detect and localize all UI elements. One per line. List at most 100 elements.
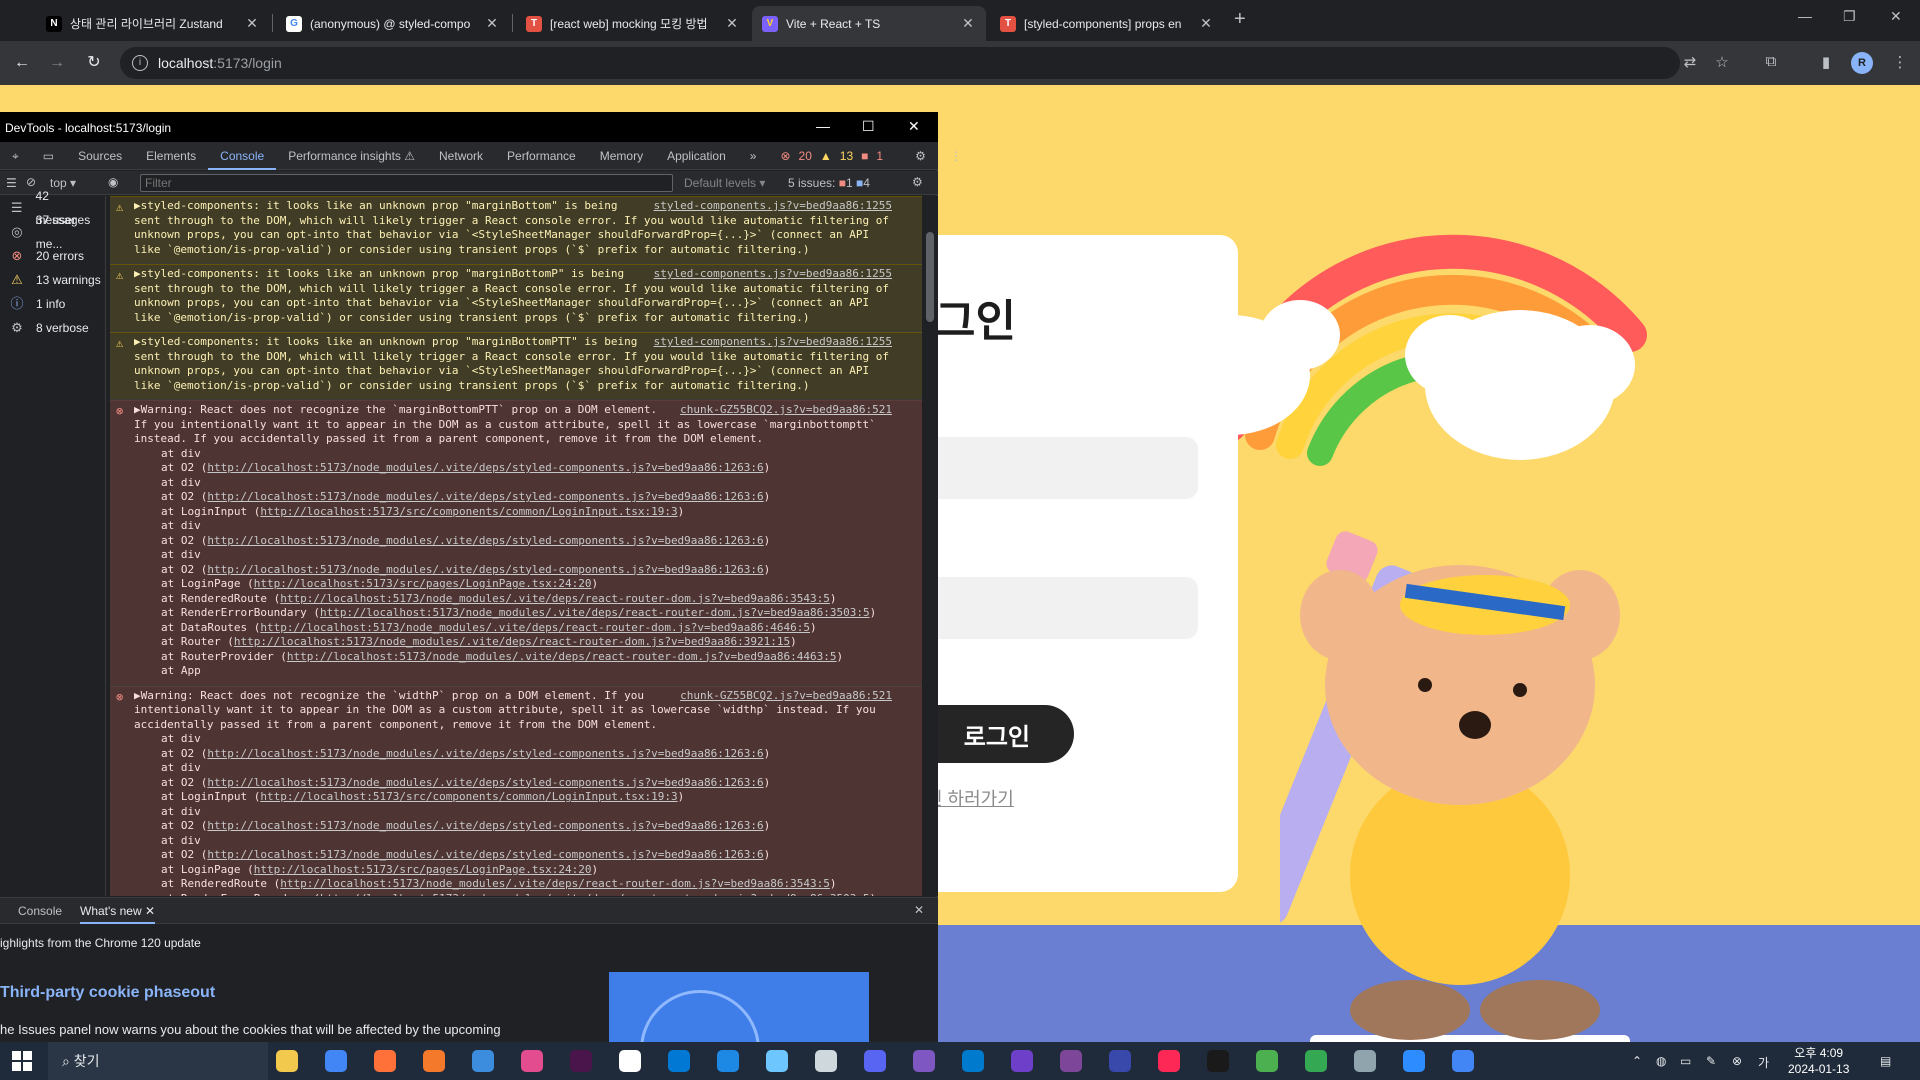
taskbar-app-slack-icon[interactable] <box>570 1050 592 1072</box>
close-tab-icon[interactable]: ✕ <box>484 15 500 32</box>
taskbar-app-vpn-icon[interactable] <box>766 1050 788 1072</box>
stack-frame-link[interactable]: http://localhost:5173/node_modules/.vite… <box>260 621 810 634</box>
message-source-link[interactable]: chunk-GZ55BCQ2.js?v=bed9aa86:521 <box>680 689 892 704</box>
address-bar[interactable]: i localhost:5173/login <box>120 47 1680 79</box>
browser-tab[interactable]: T [react web] mocking 모킹 방법 ✕ <box>516 6 750 41</box>
close-tab-icon[interactable]: ✕ <box>1198 15 1214 32</box>
close-window-icon[interactable]: ✕ <box>1890 8 1902 25</box>
tab-network[interactable]: Network <box>427 142 495 170</box>
taskbar-app-headset-icon[interactable] <box>1109 1050 1131 1072</box>
devtools-maximize-icon[interactable]: ☐ <box>862 118 875 135</box>
message-source-link[interactable]: styled-components.js?v=bed9aa86:1255 <box>654 199 892 214</box>
log-levels-dropdown[interactable]: Default levels ▾ <box>684 176 765 190</box>
back-arrow-icon[interactable]: ← <box>10 51 34 75</box>
taskbar-app-vscode-blue-icon[interactable] <box>668 1050 690 1072</box>
profile-avatar[interactable]: R <box>1851 52 1873 74</box>
taskbar-app-tor-icon[interactable] <box>1060 1050 1082 1072</box>
stack-frame-link[interactable]: http://localhost:5173/node_modules/.vite… <box>207 848 763 861</box>
translate-icon[interactable]: ⇄ <box>1680 53 1700 71</box>
drawer-tab-whats-new[interactable]: What's new ✕ <box>80 898 156 924</box>
taskbar-app-jetbrains-icon[interactable] <box>1158 1050 1180 1072</box>
message-source-link[interactable]: chunk-GZ55BCQ2.js?v=bed9aa86:521 <box>680 403 892 418</box>
taskbar-app-zoom-icon[interactable] <box>1403 1050 1425 1072</box>
tab-performance-insights[interactable]: Performance insights ⚠ <box>276 142 427 170</box>
forward-arrow-icon[interactable]: → <box>45 51 69 75</box>
close-tab-icon[interactable]: ✕ <box>724 15 740 32</box>
drawer-tab-console[interactable]: Console <box>18 898 62 924</box>
browser-tab[interactable]: N 상태 관리 라이브러리 Zustand ✕ <box>36 6 270 41</box>
browser-tab[interactable]: T [styled-components] props en ✕ <box>990 6 1224 41</box>
taskbar-app-chrome-dev-icon[interactable] <box>1305 1050 1327 1072</box>
tray-ime-icon[interactable]: 가 <box>1758 1054 1769 1071</box>
stack-frame-link[interactable]: http://localhost:5173/node_modules/.vite… <box>207 776 763 789</box>
side-panel-icon[interactable]: ▮ <box>1816 53 1836 71</box>
message-source-link[interactable]: styled-components.js?v=bed9aa86:1255 <box>654 267 892 282</box>
tab-performance[interactable]: Performance <box>495 142 588 170</box>
toggle-sidebar-icon[interactable]: ☰ <box>6 176 17 190</box>
tray-network-icon[interactable]: ◍ <box>1656 1054 1666 1068</box>
devtools-menu-icon[interactable]: ⋮ <box>938 142 974 170</box>
stack-frame-link[interactable]: http://localhost:5173/node_modules/.vite… <box>207 534 763 547</box>
console-settings-gear-icon[interactable]: ⚙ <box>912 175 923 189</box>
stack-frame-link[interactable]: http://localhost:5173/node_modules/.vite… <box>280 592 830 605</box>
tray-mute-icon[interactable]: ⊗ <box>1732 1054 1742 1068</box>
minimize-window-icon[interactable]: — <box>1798 8 1812 24</box>
restore-window-icon[interactable]: ❐ <box>1843 8 1856 25</box>
console-scroll-thumb[interactable] <box>926 232 934 322</box>
close-drawer-icon[interactable]: ✕ <box>914 903 924 917</box>
stack-frame-link[interactable]: http://localhost:5173/node_modules/.vite… <box>287 650 837 663</box>
stack-frame-link[interactable]: http://localhost:5173/node_modules/.vite… <box>207 490 763 503</box>
signup-link[interactable]: 인 하러가기 <box>926 785 1014 811</box>
device-toolbar-icon[interactable]: ▭ <box>31 142 66 170</box>
tab-memory[interactable]: Memory <box>588 142 655 170</box>
live-expression-eye-icon[interactable]: ◉ <box>108 175 118 189</box>
console-warning-message[interactable]: ⚠ styled-components.js?v=bed9aa86:1255 ▶st… <box>110 264 922 332</box>
stack-frame-link[interactable]: http://localhost:5173/node_modules/.vite… <box>207 563 763 576</box>
taskbar-app-store-icon[interactable] <box>472 1050 494 1072</box>
devtools-close-icon[interactable]: ✕ <box>908 118 920 135</box>
taskbar-app-github-icon[interactable] <box>1011 1050 1033 1072</box>
browser-tab-active[interactable]: V Vite + React + TS ✕ <box>752 6 986 41</box>
close-tab-icon[interactable]: ✕ <box>244 15 260 32</box>
new-tab-button[interactable]: + <box>1234 8 1246 31</box>
console-counts[interactable]: ⊗ 20 ▲ 13 ■ 1 <box>780 149 883 163</box>
chrome-menu-icon[interactable]: ⋮ <box>1890 53 1910 71</box>
site-info-icon[interactable]: i <box>132 55 148 71</box>
console-filter-input[interactable] <box>140 174 673 192</box>
tab-elements[interactable]: Elements <box>134 142 208 170</box>
taskbar-app-3d-viewer-icon[interactable] <box>815 1050 837 1072</box>
stack-frame-link[interactable]: http://localhost:5173/node_modules/.vite… <box>207 461 763 474</box>
stack-frame-link[interactable]: http://localhost:5173/node_modules/.vite… <box>320 892 870 897</box>
taskbar-app-slack-photos-icon[interactable] <box>521 1050 543 1072</box>
stack-frame-link[interactable]: http://localhost:5173/node_modules/.vite… <box>320 606 870 619</box>
close-tab-icon[interactable]: ✕ <box>960 15 976 32</box>
stack-frame-link[interactable]: http://localhost:5173/src/pages/LoginPag… <box>254 863 592 876</box>
taskbar-search-box[interactable]: ⌕ 찾기 <box>48 1042 268 1080</box>
taskbar-app-git-icon[interactable] <box>1256 1050 1278 1072</box>
issues-summary-button[interactable]: 5 issues: ■1 ■4 <box>788 176 870 190</box>
taskbar-app-notion-icon[interactable] <box>619 1050 641 1072</box>
bookmark-star-icon[interactable]: ☆ <box>1712 53 1732 71</box>
stack-frame-link[interactable]: http://localhost:5173/node_modules/.vite… <box>207 819 763 832</box>
login-password-input[interactable] <box>900 577 1198 639</box>
login-id-input[interactable] <box>900 437 1198 499</box>
stack-frame-link[interactable]: http://localhost:5173/src/components/com… <box>260 790 677 803</box>
taskbar-app-mail-icon[interactable] <box>717 1050 739 1072</box>
taskbar-app-chrome-icon[interactable] <box>1452 1050 1474 1072</box>
taskbar-app-discord-icon[interactable] <box>864 1050 886 1072</box>
taskbar-app-blender-icon[interactable] <box>423 1050 445 1072</box>
windows-start-icon[interactable] <box>12 1051 32 1071</box>
sidebar-item-verbose[interactable]: ⚙ 8 verbose <box>0 316 105 340</box>
stack-frame-link[interactable]: http://localhost:5173/node_modules/.vite… <box>280 877 830 890</box>
close-tab-icon[interactable]: ✕ <box>145 904 155 918</box>
stack-frame-link[interactable]: http://localhost:5173/src/pages/LoginPag… <box>254 577 592 590</box>
taskbar-clock[interactable]: 오후 4:09 2024-01-13 <box>1788 1045 1849 1077</box>
tab-sources[interactable]: Sources <box>66 142 134 170</box>
sidebar-item-user-messages[interactable]: ◎ 37 user me... <box>0 213 105 251</box>
sidebar-item-warnings[interactable]: ⚠ 13 warnings <box>0 268 105 292</box>
taskbar-app-notes-icon[interactable] <box>913 1050 935 1072</box>
sidebar-item-info[interactable]: ⓘ 1 info <box>0 292 105 316</box>
tab-application[interactable]: Application <box>655 142 738 170</box>
more-tabs-chevron-icon[interactable]: » <box>738 142 769 170</box>
taskbar-app-settings-icon[interactable] <box>1354 1050 1376 1072</box>
